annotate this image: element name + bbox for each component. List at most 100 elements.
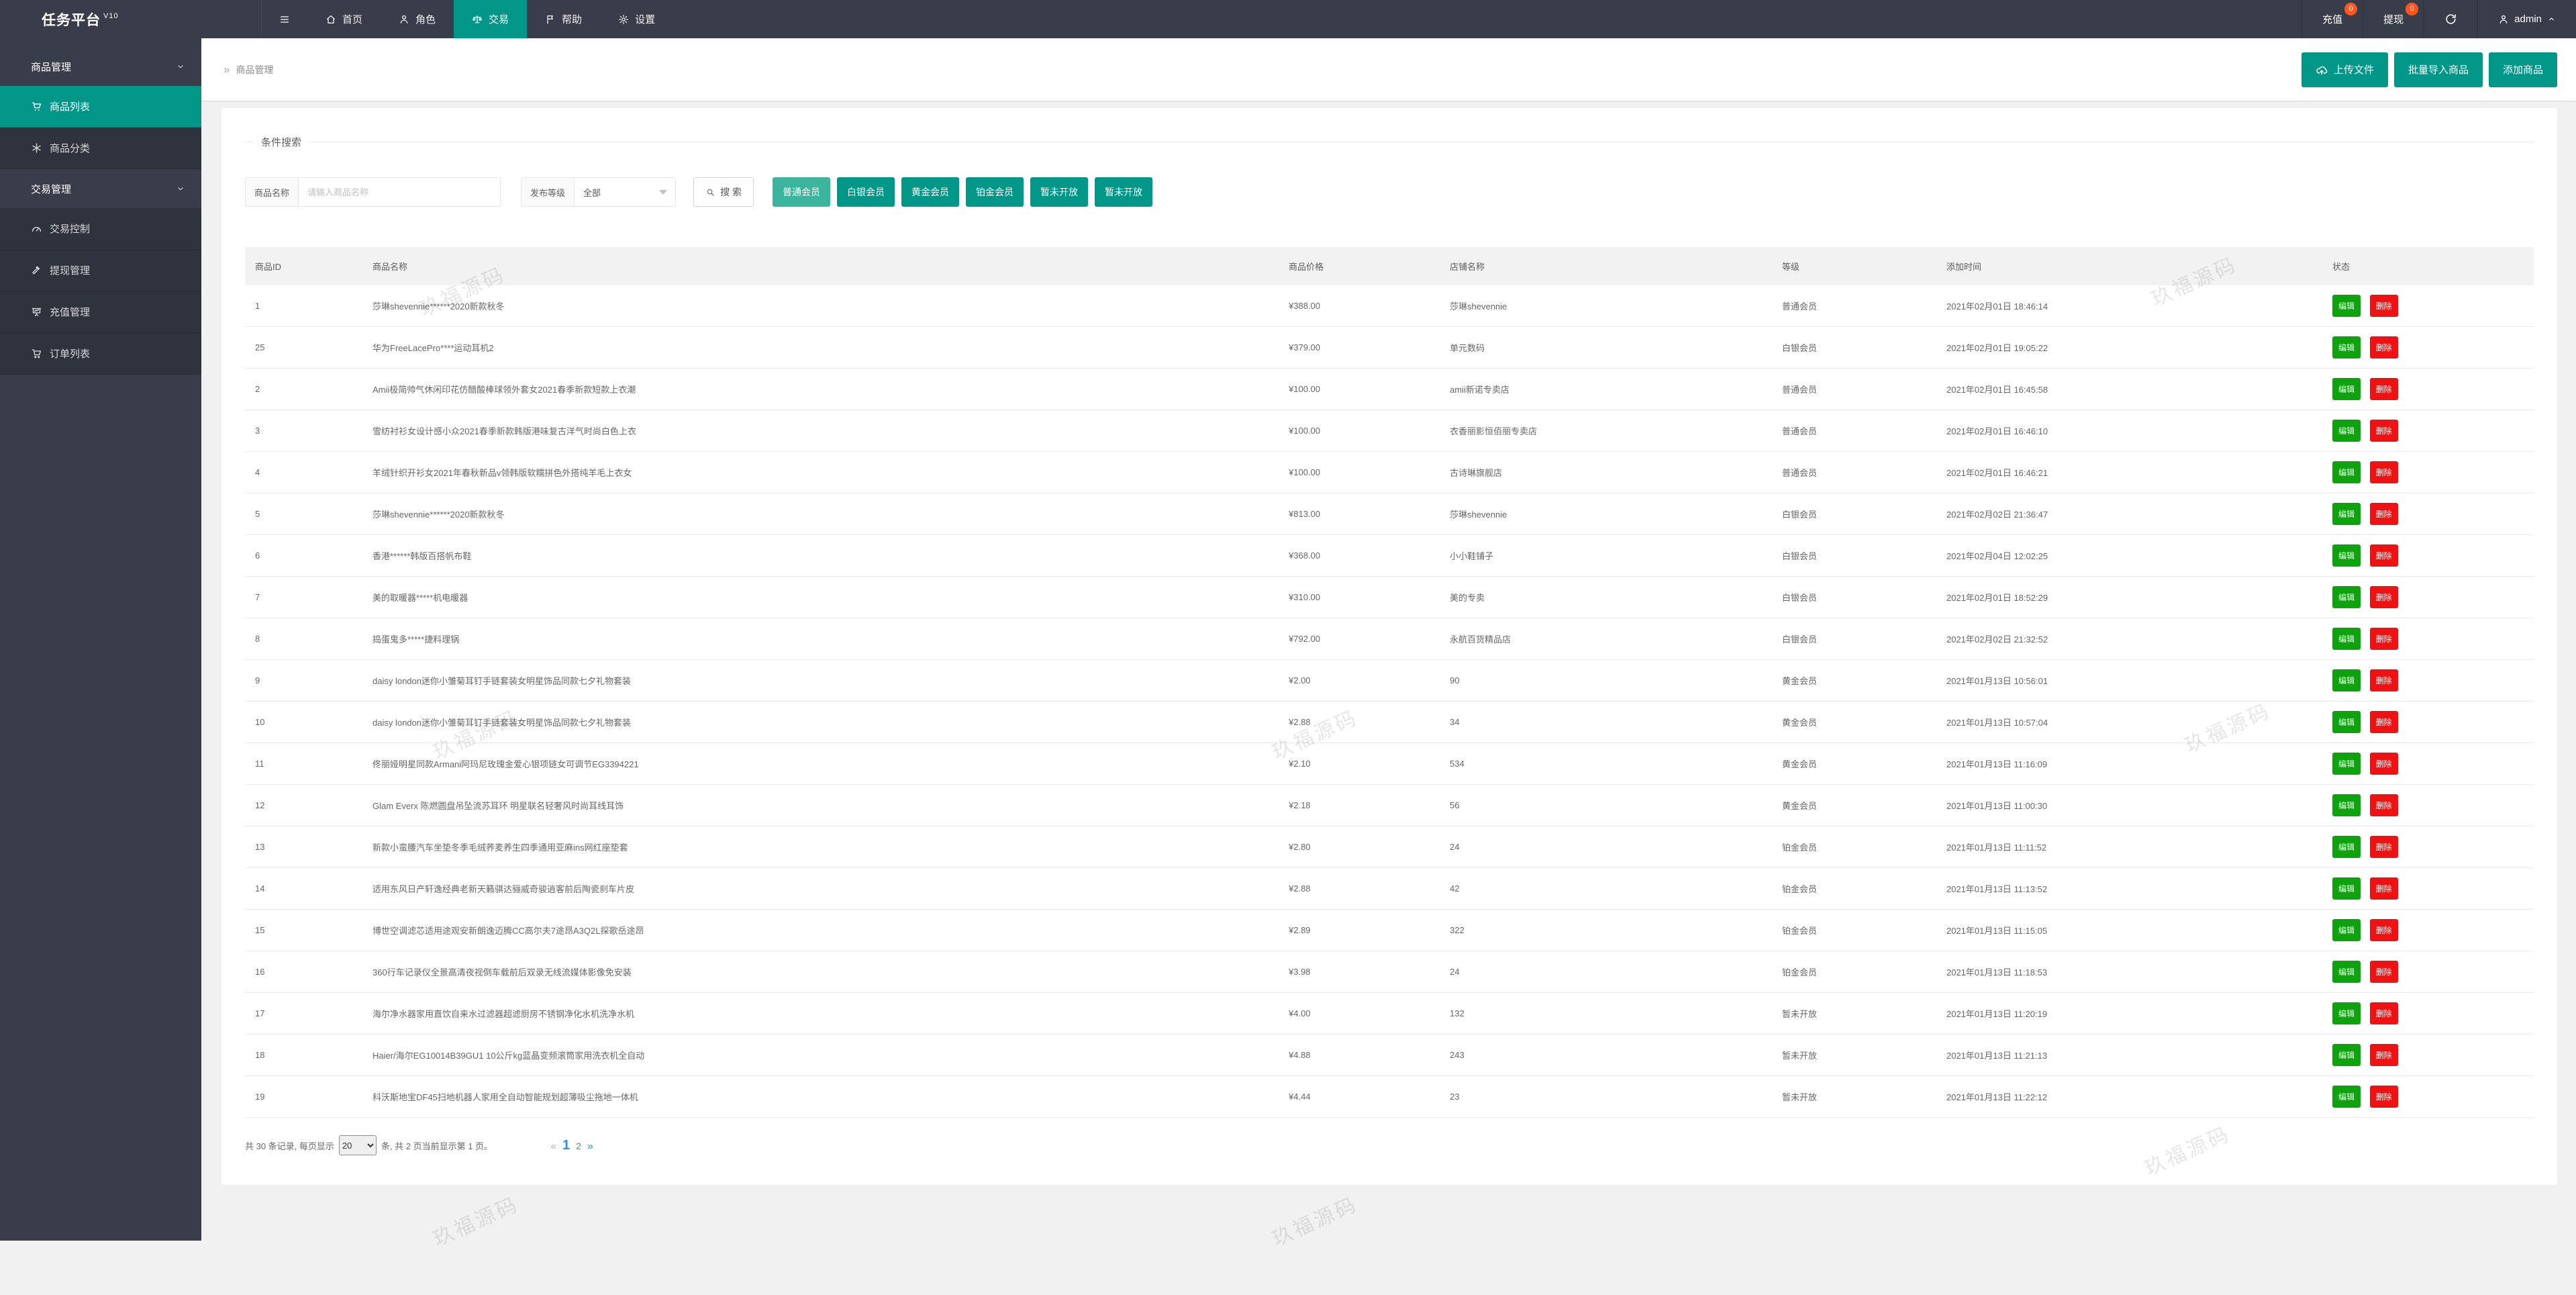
filter-not-open-2[interactable]: 暂未开放 [1095,177,1152,207]
table-header: 商品ID 商品名称 商品价格 店铺名称 等级 添加时间 状态 [245,247,2534,285]
shop-name: amii新诺专卖店 [1440,383,1772,395]
sidebar-toggle-button[interactable] [262,0,307,38]
delete-button[interactable]: 删除 [2370,961,2398,983]
product-name: 适用东风日产轩逸经典老新天籁骐达骊威奇骏逍客前后陶瓷刹车片皮 [362,882,1279,895]
filter-not-open-1[interactable]: 暂未开放 [1030,177,1088,207]
batch-import-button[interactable]: 批量导入商品 [2394,52,2483,87]
product-id: 2 [245,384,362,394]
table-row: 19 科沃斯地宝DF45扫地机器人家用全自动智能规划超薄吸尘拖地一体机 ¥4.4… [245,1076,2534,1118]
sidebar-item-product-list[interactable]: 商品列表 [0,86,201,128]
nav-item-settings[interactable]: 设置 [600,0,673,38]
recharge-menu-item[interactable]: 充值 0 [2301,0,2363,38]
search-button[interactable]: 搜 索 [693,177,754,207]
table-row: 1 莎琳shevennie******2020新款秋冬 ¥388.00 莎琳sh… [245,285,2534,327]
edit-button[interactable]: 编辑 [2332,336,2361,358]
delete-button[interactable]: 删除 [2370,503,2398,525]
sidebar-item-recharge-mgmt[interactable]: 充值管理 [0,291,201,333]
edit-button[interactable]: 编辑 [2332,544,2361,567]
sidebar-group-trade[interactable]: 交易管理 [0,169,201,208]
shop-name: 42 [1440,883,1772,894]
delete-button[interactable]: 删除 [2370,336,2398,358]
delete-button[interactable]: 删除 [2370,877,2398,900]
product-id: 5 [245,509,362,519]
edit-button[interactable]: 编辑 [2332,420,2361,442]
table-row: 5 莎琳shevennie******2020新款秋冬 ¥813.00 莎琳sh… [245,493,2534,535]
product-price: ¥2.88 [1279,883,1440,894]
table-row: 13 新款小蛮腰汽车坐垫冬季毛绒荞麦养生四季通用亚麻ins网红座垫套 ¥2.80… [245,826,2534,868]
delete-button[interactable]: 删除 [2370,420,2398,442]
edit-button[interactable]: 编辑 [2332,711,2361,733]
sidebar-group-products[interactable]: 商品管理 [0,47,201,86]
sidebar-item-withdraw-mgmt[interactable]: 提现管理 [0,250,201,291]
current-page[interactable]: 1 [562,1138,570,1153]
filter-normal-member[interactable]: 普通会员 [773,177,830,207]
product-id: 6 [245,550,362,561]
delete-button[interactable]: 删除 [2370,1086,2398,1108]
delete-button[interactable]: 删除 [2370,1002,2398,1024]
delete-button[interactable]: 删除 [2370,544,2398,567]
add-product-button[interactable]: 添加商品 [2489,52,2557,87]
product-name: 莎琳shevennie******2020新款秋冬 [362,508,1279,520]
delete-button[interactable]: 删除 [2370,919,2398,941]
edit-button[interactable]: 编辑 [2332,503,2361,525]
refresh-button[interactable] [2424,0,2477,38]
main-area: » 商品管理 上传文件 批量导入商品 添加商品 条件搜索 商品名称 [201,38,2576,1295]
edit-button[interactable]: 编辑 [2332,794,2361,816]
edit-button[interactable]: 编辑 [2332,1086,2361,1108]
edit-button[interactable]: 编辑 [2332,378,2361,400]
added-time: 2021年01月13日 11:22:12 [1936,1090,2322,1103]
search-legend: 条件搜索 [253,135,309,149]
edit-button[interactable]: 编辑 [2332,753,2361,775]
breadcrumb-chevrons-icon: » [224,63,230,77]
edit-button[interactable]: 编辑 [2332,836,2361,858]
withdraw-menu-item[interactable]: 提现 0 [2363,0,2424,38]
prev-page-link[interactable]: « [550,1141,556,1153]
sidebar-item-trade-control[interactable]: 交易控制 [0,208,201,250]
filter-gold-member[interactable]: 黄金会员 [901,177,959,207]
delete-button[interactable]: 删除 [2370,1044,2398,1066]
product-name-input[interactable] [298,177,501,207]
filter-silver-member[interactable]: 白银会员 [837,177,895,207]
edit-button[interactable]: 编辑 [2332,1002,2361,1024]
delete-button[interactable]: 删除 [2370,586,2398,608]
edit-button[interactable]: 编辑 [2332,669,2361,691]
edit-button[interactable]: 编辑 [2332,877,2361,900]
nav-item-home[interactable]: 首页 [307,0,381,38]
nav-item-trade[interactable]: 交易 [454,0,527,38]
sidebar-item-order-list[interactable]: 订单列表 [0,333,201,375]
product-id: 17 [245,1008,362,1018]
delete-button[interactable]: 删除 [2370,753,2398,775]
edit-button[interactable]: 编辑 [2332,919,2361,941]
delete-button[interactable]: 删除 [2370,378,2398,400]
edit-button[interactable]: 编辑 [2332,461,2361,483]
filter-platinum-member[interactable]: 铂金会员 [966,177,1024,207]
edit-button[interactable]: 编辑 [2332,961,2361,983]
sidebar-item-product-category[interactable]: 商品分类 [0,128,201,169]
delete-button[interactable]: 删除 [2370,836,2398,858]
next-page-link[interactable]: » [587,1141,593,1153]
edit-button[interactable]: 编辑 [2332,586,2361,608]
table-row: 18 Haier/海尔EG10014B39GU1 10公斤kg蓝晶变频滚筒家用洗… [245,1035,2534,1076]
delete-button[interactable]: 删除 [2370,794,2398,816]
edit-button[interactable]: 编辑 [2332,295,2361,317]
nav-item-roles[interactable]: 角色 [381,0,454,38]
delete-button[interactable]: 删除 [2370,711,2398,733]
delete-button[interactable]: 删除 [2370,295,2398,317]
product-id: 19 [245,1092,362,1102]
publish-level-select[interactable]: 全部 [574,177,676,207]
top-nav: 首页 角色 交易 帮助 设置 [307,0,673,38]
delete-button[interactable]: 删除 [2370,669,2398,691]
product-price: ¥100.00 [1279,426,1440,436]
upload-file-button[interactable]: 上传文件 [2301,52,2388,87]
page-2-link[interactable]: 2 [576,1141,581,1151]
table-row: 14 适用东风日产轩逸经典老新天籁骐达骊威奇骏逍客前后陶瓷刹车片皮 ¥2.88 … [245,868,2534,910]
edit-button[interactable]: 编辑 [2332,628,2361,650]
product-id: 10 [245,717,362,727]
user-menu[interactable]: admin [2477,0,2576,38]
per-page-select[interactable]: 20 [339,1135,377,1155]
edit-button[interactable]: 编辑 [2332,1044,2361,1066]
delete-button[interactable]: 删除 [2370,461,2398,483]
nav-item-help[interactable]: 帮助 [527,0,600,38]
delete-button[interactable]: 删除 [2370,628,2398,650]
shop-name: 古诗琳旗舰店 [1440,466,1772,479]
